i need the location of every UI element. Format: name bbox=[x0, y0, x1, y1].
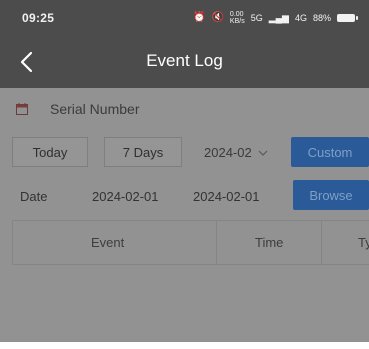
page-title: Event Log bbox=[146, 51, 223, 70]
event-table-header: Event Time Ty bbox=[12, 220, 369, 265]
serial-number-label: Serial Number bbox=[50, 101, 140, 117]
network-speed: 0.00 KB/s bbox=[229, 11, 245, 25]
battery-icon bbox=[337, 14, 358, 22]
status-time: 09:25 bbox=[22, 11, 55, 25]
start-date[interactable]: 2024-02-01 bbox=[92, 189, 159, 204]
alarm-icon: ⏰ bbox=[193, 12, 206, 23]
mute-icon: 🔇 bbox=[211, 12, 224, 23]
signal-bars-icon: ▂▄▆ bbox=[268, 12, 289, 23]
serial-number-row[interactable]: Serial Number bbox=[0, 88, 369, 130]
month-value: 2024-02 bbox=[204, 145, 252, 160]
month-selector[interactable]: 2024-02 bbox=[204, 145, 268, 160]
column-divider bbox=[321, 221, 322, 264]
bottom-sheet-edge bbox=[0, 342, 369, 349]
top-nav-bar: Event Log bbox=[0, 36, 369, 88]
chevron-down-icon bbox=[258, 150, 268, 156]
date-label: Date bbox=[20, 189, 48, 204]
column-header-type: Ty bbox=[358, 235, 369, 250]
today-button[interactable]: Today bbox=[12, 137, 88, 167]
seven-days-button[interactable]: 7 Days bbox=[104, 137, 182, 167]
calendar-icon bbox=[16, 103, 28, 115]
battery-percent: 88% bbox=[312, 13, 331, 23]
browse-button[interactable]: Browse bbox=[293, 180, 369, 210]
column-divider bbox=[216, 221, 217, 264]
end-date[interactable]: 2024-02-01 bbox=[193, 189, 260, 204]
column-header-time: Time bbox=[255, 235, 284, 250]
status-bar: 09:25 ⏰ 🔇 0.00 KB/s 5G ▂▄▆ 4G 88% bbox=[0, 0, 369, 36]
content-area: Serial Number Today 7 Days 2024-02 Custo… bbox=[0, 88, 369, 342]
signal-4g: 4G bbox=[294, 13, 307, 23]
column-header-event: Event bbox=[91, 235, 125, 250]
status-icons: ⏰ 🔇 0.00 KB/s 5G ▂▄▆ 4G 88% bbox=[193, 11, 358, 25]
custom-button[interactable]: Custom bbox=[291, 137, 369, 167]
signal-5g: 5G bbox=[250, 13, 263, 23]
date-range-row: Date 2024-02-01 2024-02-01 Browse bbox=[0, 178, 369, 212]
